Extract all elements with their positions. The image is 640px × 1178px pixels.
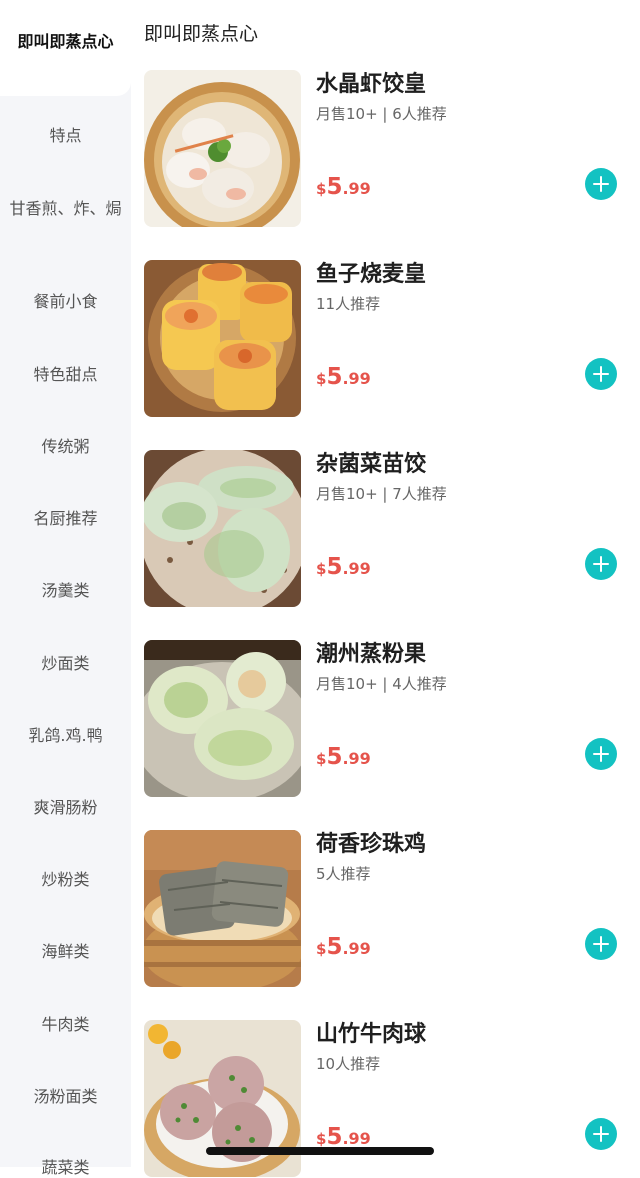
price-integer: 5 <box>326 174 343 200</box>
dish-photo <box>144 450 301 607</box>
price-currency: $ <box>316 940 327 958</box>
dish-card[interactable]: 荷香珍珠鸡 5人推荐 $5.99 <box>144 830 634 988</box>
dish-price: $5.99 <box>316 742 371 774</box>
add-to-cart-plus-icon[interactable] <box>585 738 617 770</box>
price-decimal: .99 <box>342 369 371 388</box>
price-decimal: .99 <box>342 939 371 958</box>
add-to-cart-plus-icon[interactable] <box>585 168 617 200</box>
dish-name: 水晶虾饺皇 <box>316 72 427 97</box>
dish-card[interactable]: 水晶虾饺皇 月售10+ | 6人推荐 $5.99 <box>144 70 634 228</box>
price-currency: $ <box>316 1130 327 1148</box>
add-to-cart-plus-icon[interactable] <box>585 928 617 960</box>
sidebar-item[interactable]: 汤羹类 <box>8 580 123 601</box>
sidebar-item[interactable]: 爽滑肠粉 <box>8 797 123 818</box>
dish-meta: 10人推荐 <box>316 1055 381 1073</box>
dish-price: $5.99 <box>316 362 371 394</box>
sidebar-item[interactable]: 特色甜点 <box>8 364 123 385</box>
dish-name: 潮州蒸粉果 <box>316 642 427 667</box>
dish-price: $5.99 <box>316 172 371 204</box>
add-to-cart-plus-icon[interactable] <box>585 548 617 580</box>
price-integer: 5 <box>326 934 343 960</box>
sidebar-item[interactable]: 牛肉类 <box>8 1014 123 1035</box>
add-to-cart-plus-icon[interactable] <box>585 358 617 390</box>
price-integer: 5 <box>326 744 343 770</box>
dish-photo <box>144 70 301 227</box>
dish-card[interactable]: 杂菌菜苗饺 月售10+ | 7人推荐 $5.99 <box>144 450 634 608</box>
dish-name: 杂菌菜苗饺 <box>316 452 427 477</box>
sidebar-item[interactable]: 炒粉类 <box>8 869 123 890</box>
dish-photo <box>144 830 301 987</box>
sidebar-item-active[interactable]: 即叫即蒸点心 <box>0 0 131 96</box>
price-currency: $ <box>316 560 327 578</box>
dish-name: 荷香珍珠鸡 <box>316 832 427 857</box>
price-decimal: .99 <box>342 749 371 768</box>
dish-meta: 5人推荐 <box>316 865 371 883</box>
sidebar-item[interactable]: 蔬菜类 <box>8 1157 123 1178</box>
dish-name: 山竹牛肉球 <box>316 1022 427 1047</box>
sidebar-item[interactable]: 餐前小食 <box>8 291 123 312</box>
sidebar-item[interactable]: 炒面类 <box>8 653 123 674</box>
home-indicator[interactable] <box>206 1147 434 1155</box>
dish-meta: 月售10+ | 6人推荐 <box>316 105 447 123</box>
category-sidebar: 即叫即蒸点心 特点 甘香煎、炸、焗 餐前小食 特色甜点 传统粥 名厨推荐 汤羹类… <box>0 0 131 1177</box>
dish-price: $5.99 <box>316 552 371 584</box>
dish-name: 鱼子烧麦皇 <box>316 262 427 287</box>
price-currency: $ <box>316 180 327 198</box>
dish-card[interactable]: 潮州蒸粉果 月售10+ | 4人推荐 $5.99 <box>144 640 634 798</box>
add-to-cart-plus-icon[interactable] <box>585 1118 617 1150</box>
price-currency: $ <box>316 750 327 768</box>
sidebar-item[interactable]: 甘香煎、炸、焗 <box>8 198 123 219</box>
price-integer: 5 <box>326 554 343 580</box>
dish-meta: 11人推荐 <box>316 295 381 313</box>
section-title: 即叫即蒸点心 <box>144 23 259 45</box>
sidebar-item[interactable]: 传统粥 <box>8 436 123 457</box>
sidebar-item[interactable]: 名厨推荐 <box>8 508 123 529</box>
dish-card[interactable]: 鱼子烧麦皇 11人推荐 $5.99 <box>144 260 634 418</box>
sidebar-item-label: 即叫即蒸点心 <box>17 32 114 51</box>
price-decimal: .99 <box>342 559 371 578</box>
sidebar-item[interactable]: 特点 <box>8 125 123 146</box>
price-currency: $ <box>316 370 327 388</box>
sidebar-item[interactable]: 汤粉面类 <box>8 1086 123 1107</box>
sidebar-item[interactable]: 海鲜类 <box>8 941 123 962</box>
dish-photo <box>144 640 301 797</box>
dish-meta: 月售10+ | 4人推荐 <box>316 675 447 693</box>
price-integer: 5 <box>326 364 343 390</box>
dish-meta: 月售10+ | 7人推荐 <box>316 485 447 503</box>
sidebar-item[interactable]: 乳鸽.鸡.鸭 <box>8 725 123 746</box>
price-decimal: .99 <box>342 179 371 198</box>
dish-photo <box>144 260 301 417</box>
price-decimal: .99 <box>342 1129 371 1148</box>
dish-price: $5.99 <box>316 932 371 964</box>
